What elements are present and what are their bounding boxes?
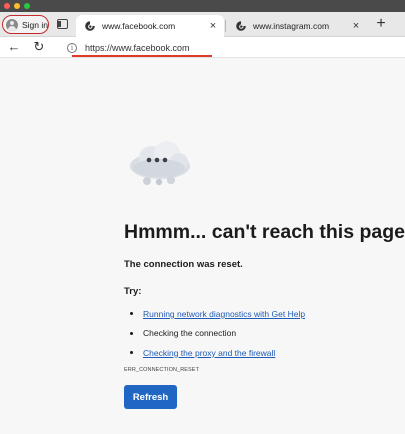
tab-strip: Sign in www.facebook.com × www.instagram…: [0, 12, 405, 37]
profile-avatar-icon: [6, 18, 18, 31]
close-window-button[interactable]: [4, 3, 10, 9]
page-title: Hmmm... can't reach this page: [124, 221, 405, 243]
minimize-window-button[interactable]: [14, 3, 20, 9]
proxy-firewall-link[interactable]: Checking the proxy and the firewall: [143, 348, 275, 358]
reload-button[interactable]: ↻: [32, 40, 46, 54]
list-item: Checking the connection: [130, 324, 305, 344]
list-item: Running network diagnostics with Get Hel…: [130, 304, 305, 324]
sign-in-button[interactable]: Sign in: [2, 15, 49, 34]
suggestion-list: Running network diagnostics with Get Hel…: [130, 304, 305, 363]
site-info-icon[interactable]: i: [67, 42, 77, 53]
cloud-error-icon: [127, 140, 193, 188]
tab-divider: [225, 20, 226, 32]
tab-close-icon[interactable]: ×: [206, 20, 220, 32]
tab-title: www.facebook.com: [102, 21, 176, 31]
tab-instagram[interactable]: www.instagram.com ×: [227, 15, 367, 37]
new-tab-button[interactable]: +: [373, 16, 389, 32]
sign-in-label: Sign in: [22, 19, 48, 30]
tab-actions-icon[interactable]: [57, 19, 68, 29]
window-titlebar: [0, 0, 405, 12]
back-button[interactable]: ←: [7, 40, 21, 54]
tab-close-icon[interactable]: ×: [349, 20, 363, 32]
address-bar[interactable]: i: [61, 39, 401, 56]
tab-facebook[interactable]: www.facebook.com ×: [76, 15, 224, 37]
get-help-link[interactable]: Running network diagnostics with Get Hel…: [143, 309, 305, 319]
error-code: ERR_CONNECTION_RESET: [124, 367, 200, 373]
maximize-window-button[interactable]: [24, 3, 30, 9]
bullet-icon: [130, 331, 133, 335]
edge-favicon-icon: [84, 20, 96, 32]
bullet-icon: [130, 351, 133, 355]
error-page: Hmmm... can't reach this page The connec…: [0, 58, 405, 434]
url-input[interactable]: [85, 42, 285, 53]
refresh-button[interactable]: Refresh: [124, 385, 177, 409]
tab-title: www.instagram.com: [253, 21, 330, 31]
suggestion-text: Checking the connection: [143, 328, 237, 339]
list-item: Checking the proxy and the firewall: [130, 343, 305, 363]
url-annotation-underline: [72, 55, 212, 57]
edge-favicon-icon: [235, 20, 247, 32]
try-label: Try:: [124, 286, 142, 297]
error-description: The connection was reset.: [124, 259, 243, 270]
bullet-icon: [130, 312, 133, 316]
